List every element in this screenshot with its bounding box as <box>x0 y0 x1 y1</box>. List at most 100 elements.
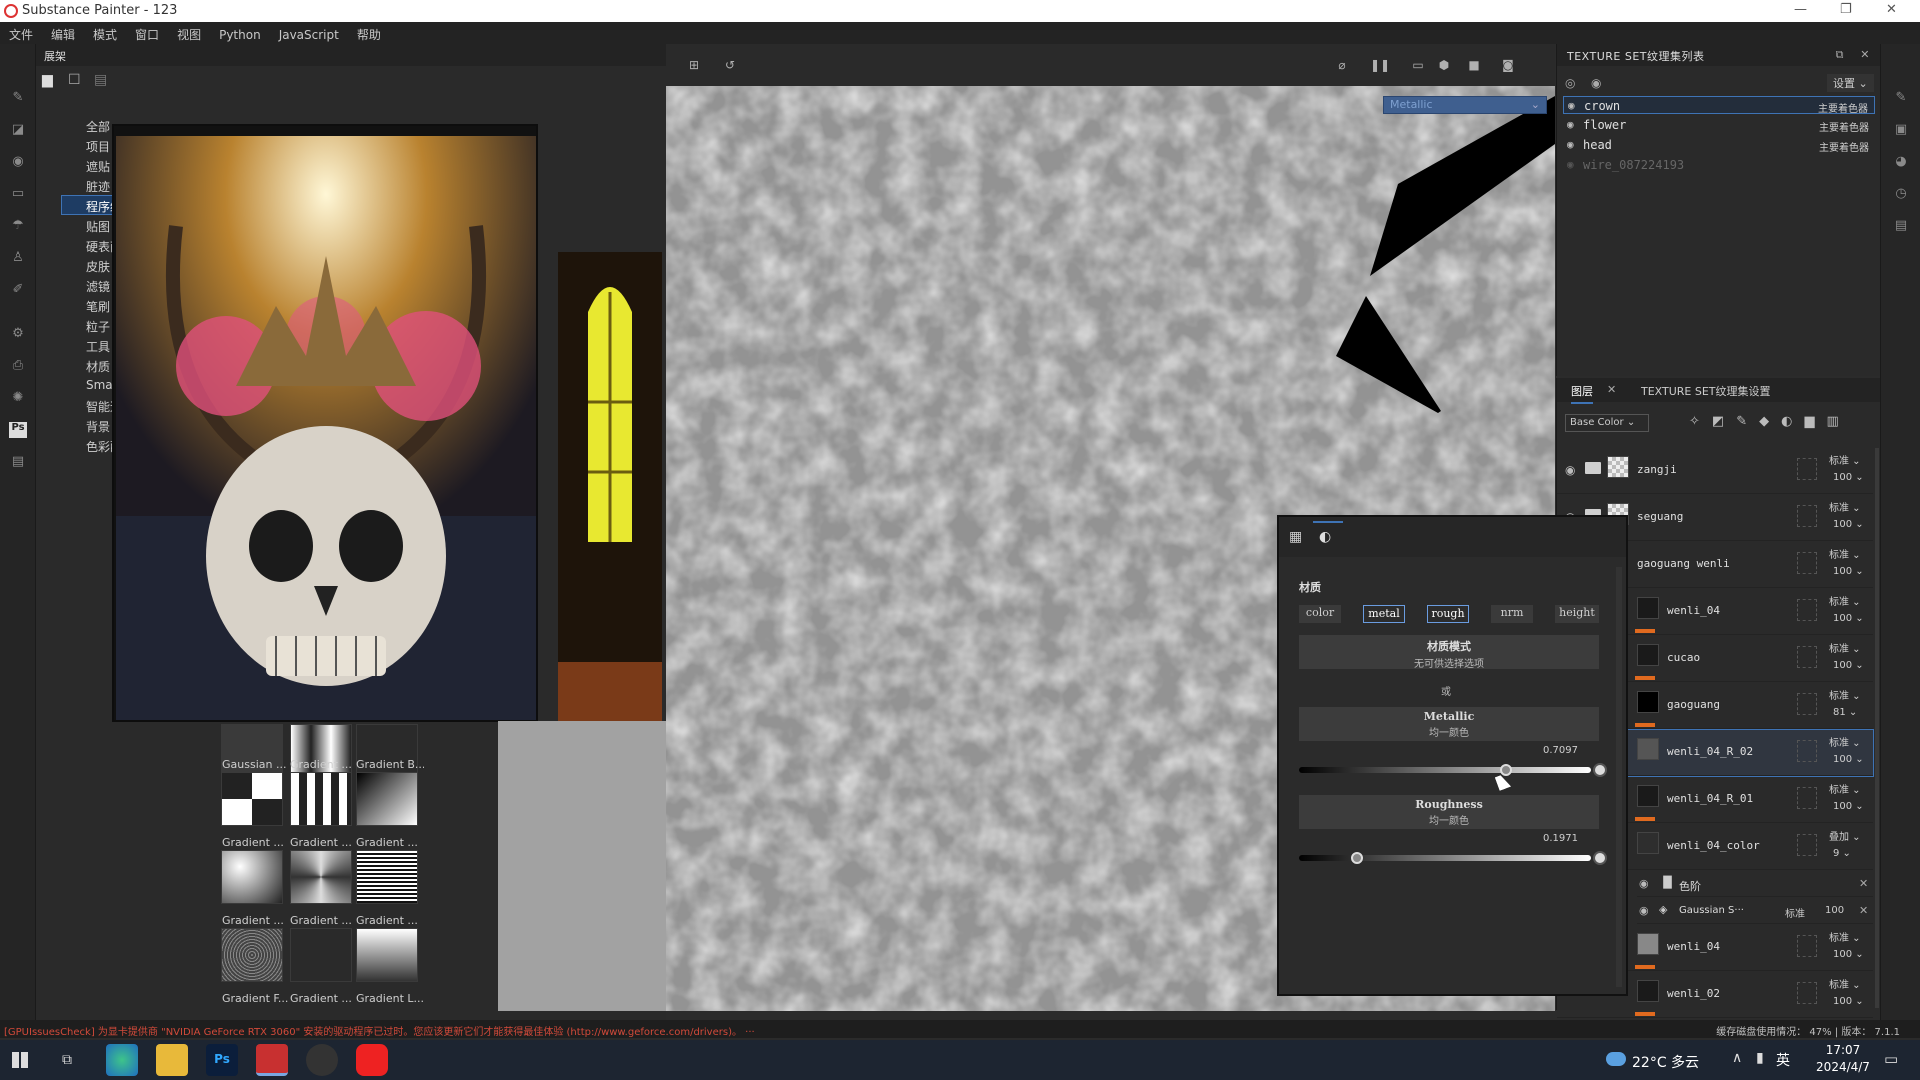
blend-mode[interactable]: 标准 ⌄ <box>1829 687 1861 702</box>
eye-icon[interactable]: ◉ <box>1639 904 1649 917</box>
effect-levels[interactable]: ◉ ▐▌ 色阶 ✕ <box>1637 871 1873 897</box>
mask-slot[interactable] <box>1797 646 1817 668</box>
channel-dropdown[interactable]: Base Color ⌄ <box>1565 414 1649 432</box>
thumb-gradient[interactable] <box>290 772 352 826</box>
layer-row-zangji[interactable]: ◉ zangji 标准 ⌄ 100 ⌄ <box>1557 448 1873 494</box>
file-explorer-icon[interactable] <box>156 1044 188 1076</box>
chip-rough[interactable]: rough <box>1427 605 1469 623</box>
task-view-icon[interactable]: ⧉ <box>62 1052 72 1068</box>
eye-icon[interactable]: ◉ <box>1567 118 1574 131</box>
edge-icon[interactable] <box>106 1044 138 1076</box>
material-mode-field[interactable]: 材质模式 无可供选择选项 <box>1299 635 1599 670</box>
color-picker-icon[interactable] <box>1593 851 1607 865</box>
mask-slot[interactable] <box>1797 505 1817 527</box>
thumb-gradient[interactable] <box>356 850 418 904</box>
tab-texture-set-settings[interactable]: TEXTURE SET纹理集设置 <box>1641 383 1771 399</box>
eye-icon[interactable]: ◉ <box>1567 138 1574 151</box>
menu-javascript[interactable]: JavaScript <box>270 24 348 46</box>
thumb-gradient[interactable] <box>290 850 352 904</box>
weather-icon[interactable] <box>1606 1052 1626 1066</box>
mask-slot[interactable] <box>1797 982 1817 1004</box>
mask-slot[interactable] <box>1797 740 1817 762</box>
properties-tab-icon[interactable]: ▦ <box>1289 529 1302 545</box>
blend-mode-label[interactable]: 标准 <box>1785 905 1805 920</box>
close-tab-icon[interactable]: ✕ <box>1607 383 1616 396</box>
blend-mode[interactable]: 标准 ⌄ <box>1829 546 1861 561</box>
mask-slot[interactable] <box>1797 834 1817 856</box>
chip-metal[interactable]: metal <box>1363 605 1405 623</box>
roughness-slider-knob[interactable] <box>1350 852 1363 864</box>
viewport-channel-dropdown[interactable]: Metallic ⌄ <box>1383 96 1547 114</box>
smudge-icon[interactable]: ☂ <box>9 218 27 234</box>
blend-mode[interactable]: 标准 ⌄ <box>1829 976 1861 991</box>
chip-nrm[interactable]: nrm <box>1491 605 1533 623</box>
close-panel-icon[interactable]: ✕ <box>1860 48 1870 61</box>
picker-icon[interactable]: ✐ <box>9 282 27 298</box>
opacity[interactable]: 100 ⌄ <box>1833 519 1864 530</box>
thumb-gradient[interactable] <box>290 928 352 982</box>
properties-icon[interactable]: ▣ <box>1892 122 1910 138</box>
clone-icon[interactable]: ♙ <box>9 250 27 266</box>
thumb-gradient[interactable] <box>356 772 418 826</box>
settings-icon[interactable]: ✺ <box>9 390 27 406</box>
color-picker-icon[interactable] <box>1593 763 1607 777</box>
log-icon[interactable]: ▤ <box>1892 218 1910 234</box>
viewport-2d-area[interactable] <box>498 721 666 1011</box>
settings-dropdown[interactable]: 设置 ⌄ <box>1827 74 1874 92</box>
opacity[interactable]: 81 ⌄ <box>1833 707 1857 718</box>
solo-icon[interactable]: ◉ <box>1591 76 1601 90</box>
mask-slot[interactable] <box>1797 787 1817 809</box>
blend-mode[interactable]: 标准 ⌄ <box>1829 734 1861 749</box>
mask-slot[interactable] <box>1797 552 1817 574</box>
effect-gaussian[interactable]: ◉ ◈ Gaussian S··· 标准 100 ✕ <box>1637 898 1873 924</box>
new-shelf-icon[interactable]: ☐ <box>68 72 86 88</box>
obs-icon[interactable] <box>306 1044 338 1076</box>
brush-settings-icon[interactable]: ✎ <box>1892 90 1910 106</box>
thumb-gradient-f[interactable] <box>221 928 283 982</box>
weather-text[interactable]: 22°C 多云 <box>1632 1052 1699 1072</box>
popup-scrollbar[interactable] <box>1616 567 1622 987</box>
opacity[interactable]: 9 ⌄ <box>1833 848 1851 859</box>
remove-effect-icon[interactable]: ✕ <box>1859 877 1868 890</box>
blend-mode[interactable]: 标准 ⌄ <box>1829 593 1861 608</box>
opacity[interactable]: 100 ⌄ <box>1833 949 1864 960</box>
bake-icon[interactable]: ⚙ <box>9 326 27 342</box>
tray-chevron-icon[interactable]: ∧ <box>1732 1050 1742 1066</box>
list-view-icon[interactable]: ▤ <box>94 72 112 88</box>
eraser-icon[interactable]: ◪ <box>9 122 27 138</box>
mask-slot[interactable] <box>1797 693 1817 715</box>
thumb-gradient[interactable] <box>221 772 283 826</box>
recorder-icon[interactable] <box>356 1044 388 1076</box>
opacity[interactable]: 100 ⌄ <box>1833 660 1864 671</box>
blend-mode[interactable]: 标准 ⌄ <box>1829 781 1861 796</box>
mask-slot[interactable] <box>1797 458 1817 480</box>
photoshop-taskbar-icon[interactable]: Ps <box>206 1044 238 1076</box>
roughness-field[interactable]: Roughness 均一颜色 <box>1299 795 1599 829</box>
history-panel-icon[interactable]: ◷ <box>1892 186 1910 202</box>
add-group-mask-icon[interactable]: ◐ <box>1781 414 1804 429</box>
material-tab-icon[interactable]: ◐ <box>1313 521 1343 555</box>
texture-set-crown[interactable]: ◉ crown 主要着色器 <box>1563 96 1875 115</box>
add-fill-layer-icon[interactable]: ◆ <box>1759 414 1781 429</box>
close-icon[interactable]: ✕ <box>1886 2 1897 17</box>
windows-start-icon[interactable] <box>12 1052 28 1068</box>
history-icon[interactable]: ↺ <box>722 58 738 72</box>
blend-mode[interactable]: 标准 ⌄ <box>1829 640 1861 655</box>
opacity[interactable]: 100 ⌄ <box>1833 472 1864 483</box>
eye-icon[interactable]: ◉ <box>1567 158 1574 171</box>
add-view-icon[interactable]: ⊞ <box>686 58 702 72</box>
opacity[interactable]: 100 ⌄ <box>1833 566 1864 577</box>
projection-icon[interactable]: ◉ <box>9 154 27 170</box>
pause-icon[interactable]: ❚❚ <box>1370 58 1390 72</box>
minimize-icon[interactable]: — <box>1794 2 1807 17</box>
opacity[interactable]: 100 ⌄ <box>1833 996 1864 1007</box>
opacity[interactable]: 100 ⌄ <box>1833 613 1864 624</box>
document-icon[interactable]: ▤ <box>9 454 27 470</box>
texture-set-flower[interactable]: ◉ flower 主要着色器 <box>1563 116 1875 134</box>
substance-painter-taskbar-icon[interactable] <box>256 1044 288 1076</box>
roughness-slider[interactable] <box>1299 852 1591 864</box>
eye-icon[interactable]: ◉ <box>1639 877 1649 890</box>
add-mask-icon[interactable]: ◩ <box>1712 414 1736 429</box>
blend-mode[interactable]: 标准 ⌄ <box>1829 499 1861 514</box>
screenshot-icon[interactable]: ◙ <box>1500 58 1516 72</box>
